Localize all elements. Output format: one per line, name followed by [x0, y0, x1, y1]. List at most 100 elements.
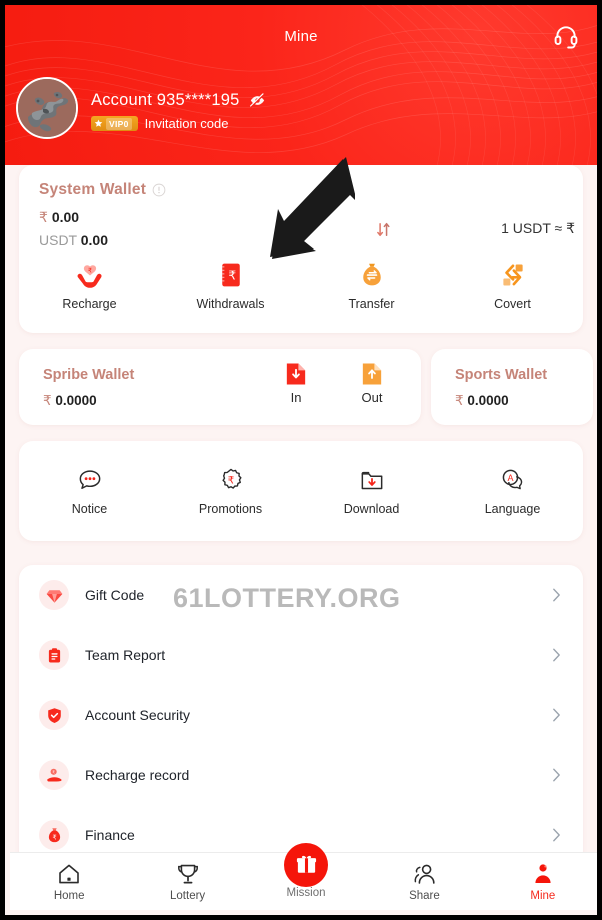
file-arrow-up-icon: [362, 363, 382, 385]
system-wallet-inr-balance: ₹ 0.00: [39, 209, 79, 226]
page-header: Mine Account 935****195 VIP0 Invitation …: [5, 5, 597, 165]
usdt-currency-label: USDT: [39, 232, 77, 248]
menu-item-label: Team Report: [85, 647, 166, 663]
menu-item-label: Gift Code: [85, 587, 145, 603]
svg-text:₹: ₹: [228, 268, 236, 282]
quick-action-download[interactable]: Download: [301, 467, 442, 516]
spribe-wallet-card: Spribe Wallet ₹ 0.0000 In Out: [19, 349, 421, 425]
quick-action-promotions[interactable]: ₹ Promotions: [160, 467, 301, 516]
withdraw-rupee-note-icon: ₹: [221, 263, 240, 287]
spribe-wallet-title: Spribe Wallet: [43, 367, 135, 383]
tab-mine-label: Mine: [530, 889, 556, 902]
people-icon: [414, 864, 436, 884]
system-wallet-title-row: System Wallet: [39, 181, 166, 199]
chevron-right-icon: [553, 708, 560, 722]
rupee-badge-icon: ₹: [221, 468, 242, 489]
recharge-hands-heart-icon: ₹: [77, 265, 102, 288]
menu-item-gift-code[interactable]: Gift Code: [19, 565, 583, 625]
eye-off-icon[interactable]: [249, 92, 266, 109]
menu-item-label: Recharge record: [85, 767, 190, 783]
app-screen: Mine Account 935****195 VIP0 Invitation …: [0, 0, 602, 920]
language-bubble-icon: A: [502, 469, 522, 489]
svg-text:₹: ₹: [52, 833, 56, 841]
vip-badge[interactable]: VIP0: [91, 116, 138, 131]
shield-check-icon: [39, 700, 69, 730]
action-withdrawals[interactable]: ₹ Withdrawals: [160, 261, 301, 311]
diamond-icon: [39, 580, 69, 610]
folder-download-icon: [361, 471, 382, 489]
star-icon: [94, 119, 103, 127]
sports-amount: 0.0000: [467, 393, 509, 408]
menu-item-account-security[interactable]: Account Security: [19, 685, 583, 745]
gift-icon: [296, 855, 316, 873]
spribe-transfer-in-button[interactable]: In: [285, 361, 307, 405]
quick-actions-card: Notice ₹ Promotions Download A Language: [19, 441, 583, 541]
spribe-amount: 0.0000: [55, 393, 97, 408]
speech-bubble-dots-icon: [79, 469, 100, 489]
tab-lottery-label: Lottery: [170, 889, 206, 902]
headset-icon[interactable]: [553, 23, 579, 49]
tab-mine[interactable]: Mine: [484, 862, 597, 902]
quick-action-notice[interactable]: Notice: [19, 467, 160, 516]
tab-home[interactable]: Home: [10, 862, 128, 902]
tab-mission-label: Mission: [286, 886, 326, 899]
file-arrow-down-icon: [286, 363, 306, 385]
system-wallet-title: System Wallet: [39, 181, 147, 198]
menu-item-recharge-record[interactable]: ₹ Recharge record: [19, 745, 583, 805]
money-bag-icon: ₹: [39, 820, 69, 850]
tab-home-label: Home: [53, 889, 85, 902]
chevron-right-icon: [553, 768, 560, 782]
spribe-currency-symbol: ₹: [43, 393, 52, 408]
account-name: Account 935****195: [91, 91, 240, 109]
tab-mission[interactable]: Mission: [247, 842, 365, 899]
usdt-rate-text: 1 USDT ≈ ₹: [501, 220, 575, 237]
menu-item-label: Account Security: [85, 707, 191, 723]
sports-wallet-balance: ₹ 0.0000: [455, 393, 509, 409]
invitation-code-label[interactable]: Invitation code: [145, 116, 229, 131]
swap-vertical-icon[interactable]: [375, 221, 392, 238]
tab-share[interactable]: Share: [365, 862, 483, 902]
quick-action-promotions-label: Promotions: [198, 501, 263, 516]
quick-action-language-label: Language: [484, 501, 541, 516]
system-wallet-card: System Wallet ₹ 0.00 USDT 0.00 1 USDT ≈ …: [19, 165, 583, 333]
menu-item-label: Finance: [85, 827, 135, 843]
svg-text:₹: ₹: [87, 268, 91, 275]
chevron-right-icon: [553, 588, 560, 602]
vip-row[interactable]: VIP0 Invitation code: [91, 116, 228, 131]
system-wallet-usdt-balance: USDT 0.00: [39, 232, 108, 248]
action-withdrawals-label: Withdrawals: [196, 297, 265, 311]
account-row: Account 935****195: [91, 91, 266, 110]
avatar[interactable]: [16, 77, 78, 139]
transfer-moneybag-icon: [362, 263, 381, 286]
info-icon[interactable]: [152, 183, 166, 197]
action-covert[interactable]: Covert: [442, 261, 583, 311]
tab-share-label: Share: [409, 889, 440, 902]
mission-fab[interactable]: [284, 842, 329, 887]
chevron-right-icon: [553, 828, 560, 842]
action-recharge[interactable]: ₹ Recharge: [19, 261, 160, 311]
quick-action-language[interactable]: A Language: [442, 467, 583, 516]
quick-action-download-label: Download: [343, 501, 400, 516]
convert-arrows-icon: [502, 264, 523, 286]
chevron-right-icon: [553, 648, 560, 662]
menu-list-card: Gift Code Team Report Account Security ₹…: [19, 565, 583, 865]
spribe-in-label: In: [290, 390, 302, 405]
clipboard-icon: [39, 640, 69, 670]
person-icon: [535, 863, 551, 883]
spribe-wallet-balance: ₹ 0.0000: [43, 393, 97, 409]
quick-action-notice-label: Notice: [71, 501, 108, 516]
spribe-transfer-out-button[interactable]: Out: [361, 361, 383, 405]
usdt-amount: 0.00: [80, 232, 108, 248]
wallet-actions: ₹ Recharge ₹ Withdrawals Transfer Covert: [19, 261, 583, 311]
inr-currency-symbol: ₹: [39, 209, 48, 225]
bottom-tabbar: Home Lottery Mission Share Mine: [10, 842, 597, 910]
vip-level-label: VIP0: [106, 117, 132, 130]
action-transfer[interactable]: Transfer: [301, 261, 442, 311]
sports-wallet-title: Sports Wallet: [455, 367, 548, 383]
page-title: Mine: [284, 28, 318, 45]
tab-lottery[interactable]: Lottery: [128, 862, 246, 902]
action-covert-label: Covert: [494, 297, 531, 311]
menu-item-team-report[interactable]: Team Report: [19, 625, 583, 685]
trophy-icon: [177, 864, 198, 883]
svg-text:₹: ₹: [227, 475, 234, 486]
